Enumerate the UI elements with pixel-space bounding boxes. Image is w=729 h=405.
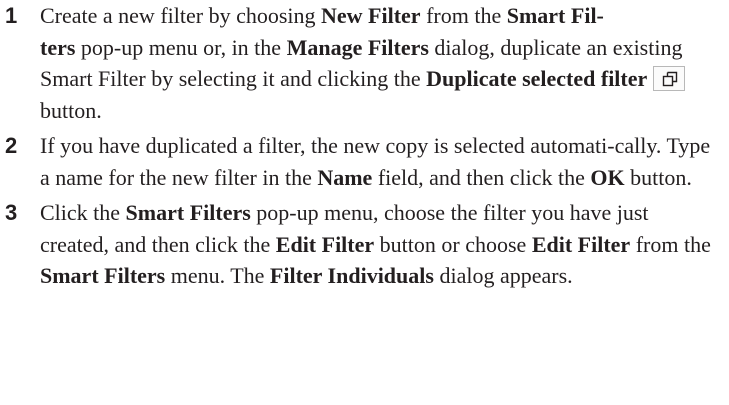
- ui-term-new-filter: New Filter: [321, 3, 421, 28]
- ui-term-smart-filters: Smart Filters: [125, 200, 251, 225]
- ui-term-duplicate-selected-filter: Duplicate selected filter: [426, 66, 648, 91]
- step-1: 1 Create a new filter by choosing New Fi…: [0, 0, 729, 126]
- step-2: 2 If you have duplicated a filter, the n…: [0, 130, 729, 193]
- ui-term-name: Name: [317, 164, 373, 190]
- step-text-segment: menu. The: [165, 263, 270, 288]
- ui-term-smart-filters-cont: ters: [40, 34, 76, 60]
- ui-term-smart-filters: Smart Filters: [40, 263, 166, 288]
- instruction-steps: 1 Create a new filter by choosing New Fi…: [0, 0, 729, 292]
- step-text-segment: Create a new filter by choosing: [40, 3, 322, 28]
- ui-term-filter-individuals: Filter Individuals: [269, 263, 434, 288]
- step-text-segment: button.: [40, 97, 102, 123]
- ui-term-smart-filters: Smart Fil-: [506, 3, 604, 28]
- step-text: If you have duplicated a filter, the new…: [40, 133, 710, 190]
- ui-term-edit-filter: Edit Filter: [275, 231, 375, 257]
- step-text: Create a new filter by choosing New Filt…: [40, 3, 689, 123]
- ui-term-manage-filters: Manage Filters: [286, 34, 429, 60]
- step-number: 3: [5, 200, 18, 225]
- ui-term-ok: OK: [590, 164, 625, 190]
- step-text-segment: button.: [624, 164, 692, 190]
- step-text: Click the Smart Filters pop-up menu, cho…: [40, 200, 711, 288]
- step-number: 1: [5, 3, 18, 28]
- step-text-segment: from the: [420, 3, 507, 28]
- step-number: 2: [5, 133, 18, 158]
- ui-term-edit-filter: Edit Filter: [531, 231, 631, 257]
- step-text-segment: pop-up menu or, in the: [75, 34, 287, 60]
- step-text-segment: from the: [630, 231, 711, 257]
- step-text-segment: field, and then click the: [372, 164, 591, 190]
- step-text-segment: dialog appears.: [433, 263, 573, 288]
- step-text-segment: Click the: [40, 200, 126, 225]
- step-text-segment: button or choose: [374, 231, 532, 257]
- step-3: 3 Click the Smart Filters pop-up menu, c…: [0, 197, 729, 292]
- duplicate-icon: [653, 66, 686, 91]
